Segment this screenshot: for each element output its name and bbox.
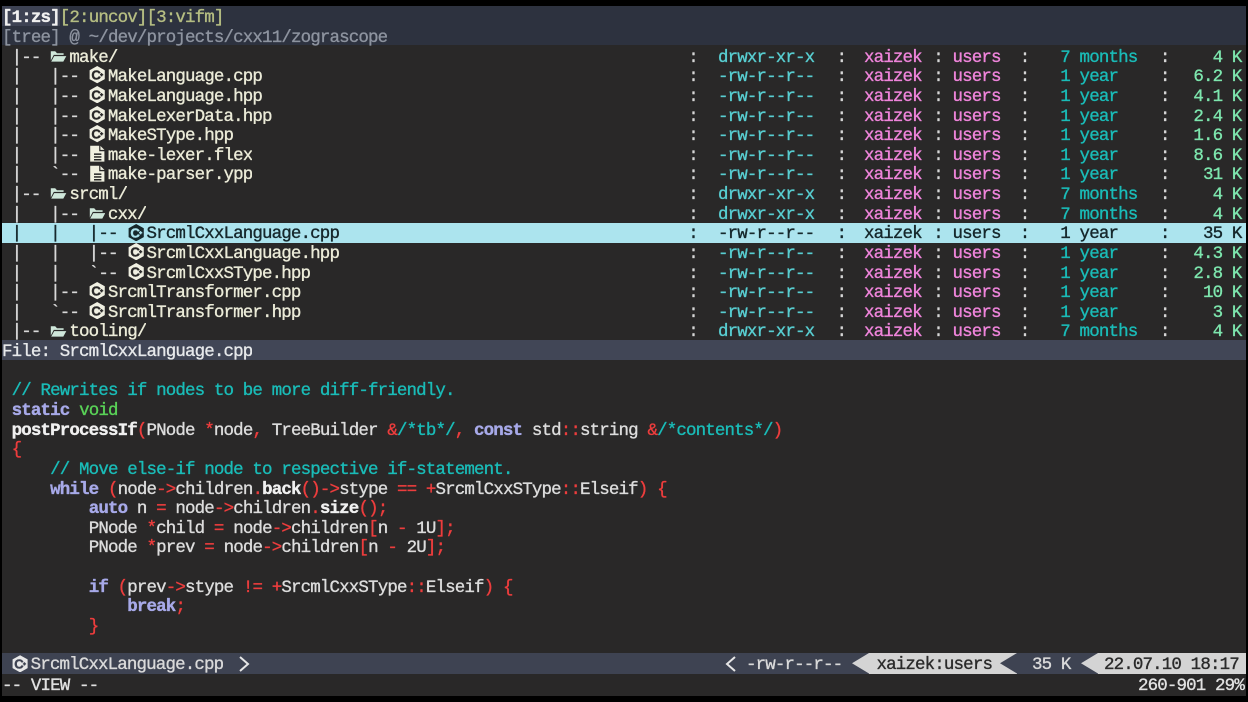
- svg-text:C: C: [92, 284, 102, 299]
- svg-text:C: C: [14, 656, 24, 671]
- svg-text:C: C: [130, 264, 140, 279]
- svg-text:C: C: [92, 107, 102, 122]
- svg-text:C: C: [92, 303, 102, 318]
- svg-text:C: C: [92, 68, 102, 83]
- svg-text:C: C: [92, 87, 102, 102]
- svg-text:C: C: [130, 225, 140, 240]
- svg-text:C: C: [130, 245, 140, 260]
- svg-text:C: C: [92, 127, 102, 142]
